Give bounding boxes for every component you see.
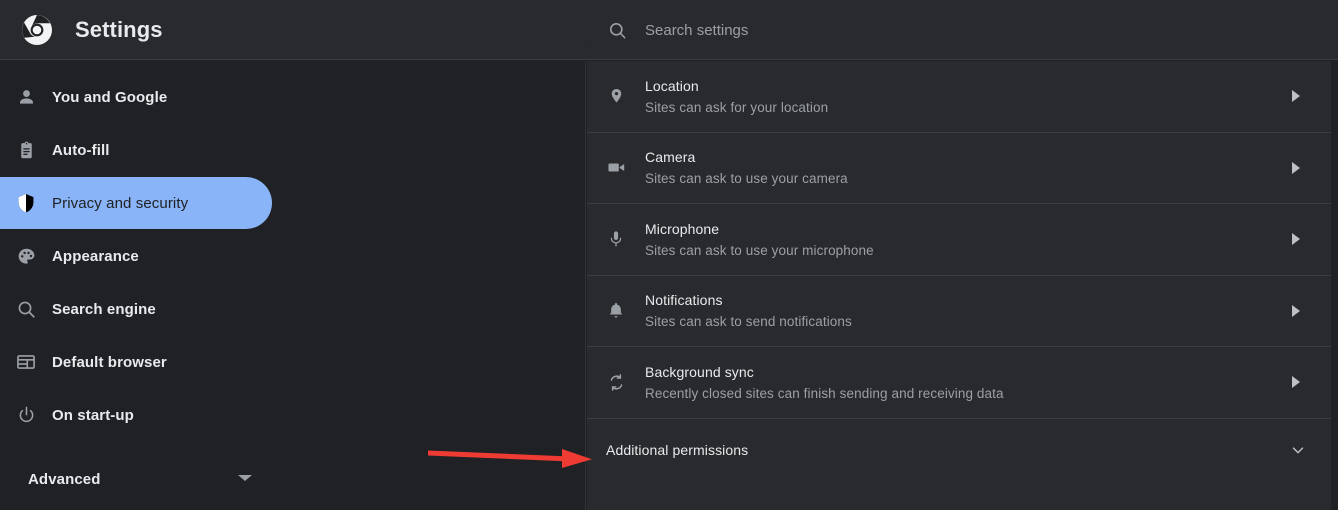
sidebar-item-you-and-google[interactable]: You and Google: [0, 71, 585, 123]
additional-permissions-label: Additional permissions: [606, 442, 748, 458]
chevron-down-icon: [238, 475, 252, 481]
sidebar-item-label: On start-up: [52, 407, 134, 424]
arrow-right-icon[interactable]: [1292, 90, 1300, 102]
clipboard-icon: [0, 140, 52, 161]
sidebar-item-label: Search engine: [52, 301, 156, 318]
permission-text: Camera Sites can ask to use your camera: [645, 148, 848, 187]
search-input[interactable]: [645, 22, 1316, 39]
sidebar-item-label: You and Google: [52, 89, 167, 106]
permission-subtitle: Sites can ask for your location: [645, 99, 828, 116]
permission-subtitle: Recently closed sites can finish sending…: [645, 385, 1004, 402]
permission-subtitle: Sites can ask to use your microphone: [645, 242, 874, 259]
permission-row-microphone[interactable]: Microphone Sites can ask to use your mic…: [587, 204, 1331, 276]
permission-row-background-sync[interactable]: Background sync Recently closed sites ca…: [587, 347, 1331, 419]
permission-subtitle: Sites can ask to use your camera: [645, 170, 848, 187]
permissions-panel: Location Sites can ask for your location…: [587, 61, 1331, 510]
sidebar-item-auto-fill[interactable]: Auto-fill: [0, 124, 585, 176]
permission-title: Background sync: [645, 363, 1004, 381]
arrow-right-icon[interactable]: [1292, 162, 1300, 174]
sidebar-item-on-start-up[interactable]: On start-up: [0, 389, 585, 441]
sidebar-item-label: Advanced: [28, 471, 101, 488]
permission-subtitle: Sites can ask to send notifications: [645, 313, 852, 330]
search-icon: [0, 299, 52, 320]
sidebar-item-default-browser[interactable]: Default browser: [0, 336, 585, 388]
app-header: Settings: [0, 0, 1338, 60]
page-title: Settings: [75, 17, 163, 43]
person-icon: [0, 87, 52, 108]
video-camera-icon: [587, 157, 645, 178]
sidebar-item-label: Default browser: [52, 354, 167, 371]
sidebar-item-privacy-and-security[interactable]: Privacy and security: [0, 177, 272, 229]
bell-icon: [587, 301, 645, 321]
permission-row-location[interactable]: Location Sites can ask for your location: [587, 61, 1331, 133]
permission-title: Location: [645, 77, 828, 95]
power-icon: [0, 405, 52, 426]
search-bar[interactable]: [584, 6, 1336, 54]
location-pin-icon: [587, 87, 645, 106]
permission-text: Location Sites can ask for your location: [645, 77, 828, 116]
permission-title: Microphone: [645, 220, 874, 238]
sidebar-item-search-engine[interactable]: Search engine: [0, 283, 585, 335]
arrow-right-icon[interactable]: [1292, 376, 1300, 388]
sidebar-item-label: Appearance: [52, 248, 139, 265]
chevron-down-icon[interactable]: [1289, 441, 1307, 459]
search-icon: [608, 21, 627, 40]
scrollbar-track[interactable]: [1331, 61, 1338, 510]
brand: Settings: [0, 14, 163, 46]
chrome-logo-icon: [21, 14, 53, 46]
permission-title: Camera: [645, 148, 848, 166]
sidebar-item-advanced[interactable]: Advanced: [0, 453, 272, 505]
browser-window-icon: [0, 351, 52, 373]
sidebar-item-label: Auto-fill: [52, 142, 110, 159]
permission-text: Microphone Sites can ask to use your mic…: [645, 220, 874, 259]
sidebar-item-label: Privacy and security: [52, 195, 188, 212]
arrow-right-icon[interactable]: [1292, 305, 1300, 317]
palette-icon: [0, 246, 52, 267]
permission-text: Notifications Sites can ask to send noti…: [645, 291, 852, 330]
permission-row-notifications[interactable]: Notifications Sites can ask to send noti…: [587, 276, 1331, 348]
sidebar-nav: You and Google Auto-fill Privacy and: [0, 61, 585, 441]
arrow-right-icon[interactable]: [1292, 233, 1300, 245]
permission-text: Background sync Recently closed sites ca…: [645, 363, 1004, 402]
microphone-icon: [587, 229, 645, 249]
additional-permissions-row[interactable]: Additional permissions: [587, 419, 1331, 481]
sidebar: You and Google Auto-fill Privacy and: [0, 61, 586, 510]
sync-icon: [587, 372, 645, 393]
permission-title: Notifications: [645, 291, 852, 309]
shield-icon: [0, 192, 52, 214]
permission-row-camera[interactable]: Camera Sites can ask to use your camera: [587, 133, 1331, 205]
sidebar-item-appearance[interactable]: Appearance: [0, 230, 585, 282]
